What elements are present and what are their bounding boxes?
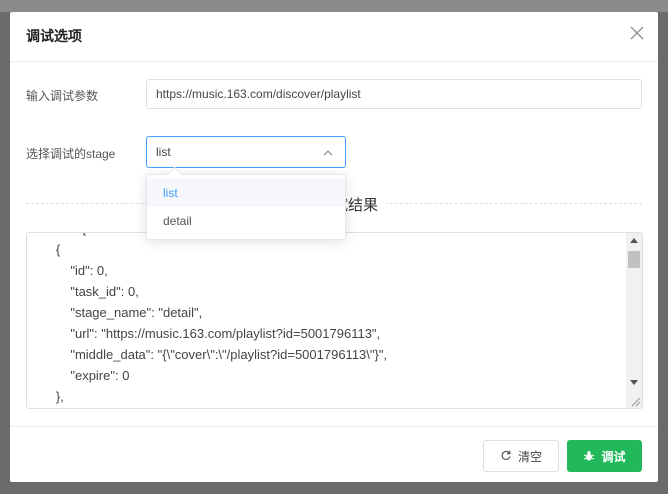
clear-button[interactable]: 清空 [483,440,559,472]
bug-icon [584,451,595,461]
stage-select-value: list [156,145,171,159]
refresh-icon [501,450,511,460]
debug-button[interactable]: 调试 [567,440,642,472]
stage-select[interactable]: list [146,136,346,168]
stage-dropdown: list detail [146,166,346,240]
stage-option-detail[interactable]: detail [147,207,345,235]
stage-label: 选择调试的stage [26,147,116,161]
result-content: "next": [ { "id": 0, "task_id": 0, "stag… [41,233,388,404]
modal-backdrop [0,0,668,12]
debug-button-label: 调试 [601,449,626,464]
scroll-up-arrow-icon[interactable] [630,238,638,243]
result-scrollbar[interactable] [626,233,642,408]
chevron-up-icon [323,150,333,156]
result-textarea[interactable]: "next": [ { "id": 0, "task_id": 0, "stag… [26,232,643,409]
dialog-header: 调试选项 [10,12,658,62]
scroll-down-arrow-icon[interactable] [630,380,638,385]
close-icon[interactable] [630,26,644,40]
clear-button-label: 清空 [517,449,542,464]
scrollbar-thumb[interactable] [628,251,640,268]
params-input[interactable] [146,79,642,109]
dialog-footer: 清空 调试 [10,426,658,482]
stage-option-list[interactable]: list [147,179,345,207]
dialog-title: 调试选项 [26,28,82,44]
debug-options-dialog: 调试选项 输入调试参数 选择调试的stage list 调试结果 "next":… [10,12,658,482]
resize-handle-icon[interactable] [629,395,641,407]
params-label: 输入调试参数 [26,89,99,103]
